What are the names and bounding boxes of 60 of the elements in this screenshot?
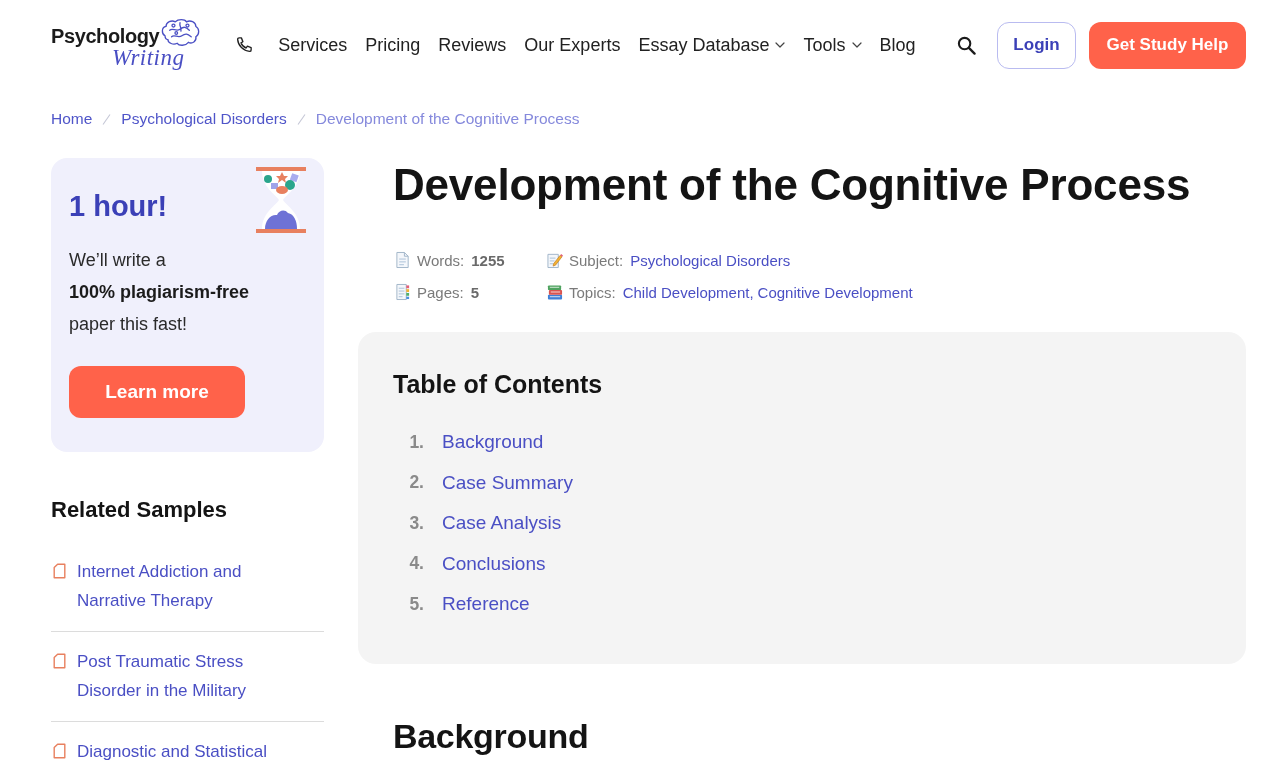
link-separator: ,: [749, 283, 754, 301]
login-button[interactable]: Login: [997, 21, 1076, 69]
breadcrumb-link[interactable]: Home: [51, 110, 93, 128]
caret-icon: [851, 42, 862, 48]
toc-link[interactable]: Background: [442, 431, 544, 454]
meta-link[interactable]: Cognitive Development: [757, 283, 913, 301]
nav-link[interactable]: Tools: [803, 33, 862, 57]
breadcrumb-current: Development of the Cognitive Process: [315, 110, 580, 128]
document-icon: [53, 563, 66, 579]
brain-icon: [159, 19, 202, 47]
related-sample-link[interactable]: Internet Addiction and Narrative Therapy: [77, 557, 292, 615]
document-icon: [395, 251, 411, 269]
toc-number: 4.: [408, 553, 424, 575]
caret-icon: [775, 42, 786, 48]
breadcrumb-separator-icon: [102, 113, 112, 125]
meta-link[interactable]: Child Development: [622, 283, 750, 301]
document-icon: [53, 743, 66, 759]
meta-label: Subject:: [569, 251, 624, 269]
toc-number: 2.: [408, 472, 424, 494]
toc-link[interactable]: Reference: [442, 593, 530, 616]
toc-link[interactable]: Case Analysis: [442, 512, 562, 535]
toc-number: 1.: [408, 431, 424, 453]
search-icon: [957, 35, 976, 55]
phone-link[interactable]: [235, 36, 254, 54]
meta-label: Words:: [417, 251, 465, 269]
nav-link[interactable]: Reviews: [438, 33, 507, 57]
logo-script: Writing: [112, 47, 186, 69]
phone-icon: [235, 36, 254, 54]
logo-wordmark: Psychology: [51, 25, 160, 47]
toc-number: 3.: [408, 512, 424, 534]
nav-link[interactable]: Blog: [879, 33, 916, 57]
toc-link[interactable]: Conclusions: [442, 552, 546, 575]
hourglass-icon: [256, 167, 306, 233]
nav-link[interactable]: Services: [278, 33, 348, 57]
nav-link[interactable]: Our Experts: [524, 33, 621, 57]
breadcrumb-link[interactable]: Psychological Disorders: [121, 110, 287, 128]
section-heading: Background: [393, 715, 590, 757]
meta-label: Topics:: [569, 283, 616, 301]
related-sample-link[interactable]: Post Traumatic Stress Disorder in the Military: [77, 647, 292, 705]
memo-icon: [547, 251, 563, 269]
meta-value: 1255: [471, 251, 505, 269]
search-button[interactable]: [957, 35, 976, 55]
meta-value: 5: [470, 283, 480, 301]
toc-link[interactable]: Case Summary: [442, 471, 573, 494]
meta-link[interactable]: Psychological Disorders: [630, 251, 791, 269]
related-sample-link[interactable]: Diagnostic and Statistical: [77, 737, 267, 766]
promo-title: 1 hour!: [69, 189, 168, 223]
nav-link[interactable]: Essay Database: [638, 33, 786, 57]
promo-text: We’ll write a 100% plagiarism-free paper this fast!: [69, 249, 251, 336]
article-title: Development of the Cognitive Process: [393, 161, 1192, 209]
logo[interactable]: Psychology Writing: [51, 19, 202, 69]
related-samples-heading: Related Samples: [51, 497, 229, 523]
document-icon: [53, 653, 66, 669]
toc-number: 5.: [408, 593, 424, 615]
bookmark-tabs-icon: [395, 283, 411, 301]
toc-heading: Table of Contents: [393, 369, 604, 399]
books-icon: [547, 283, 563, 301]
meta-label: Pages:: [417, 283, 464, 301]
breadcrumb-separator-icon: [296, 113, 306, 125]
nav-link[interactable]: Pricing: [365, 33, 421, 57]
